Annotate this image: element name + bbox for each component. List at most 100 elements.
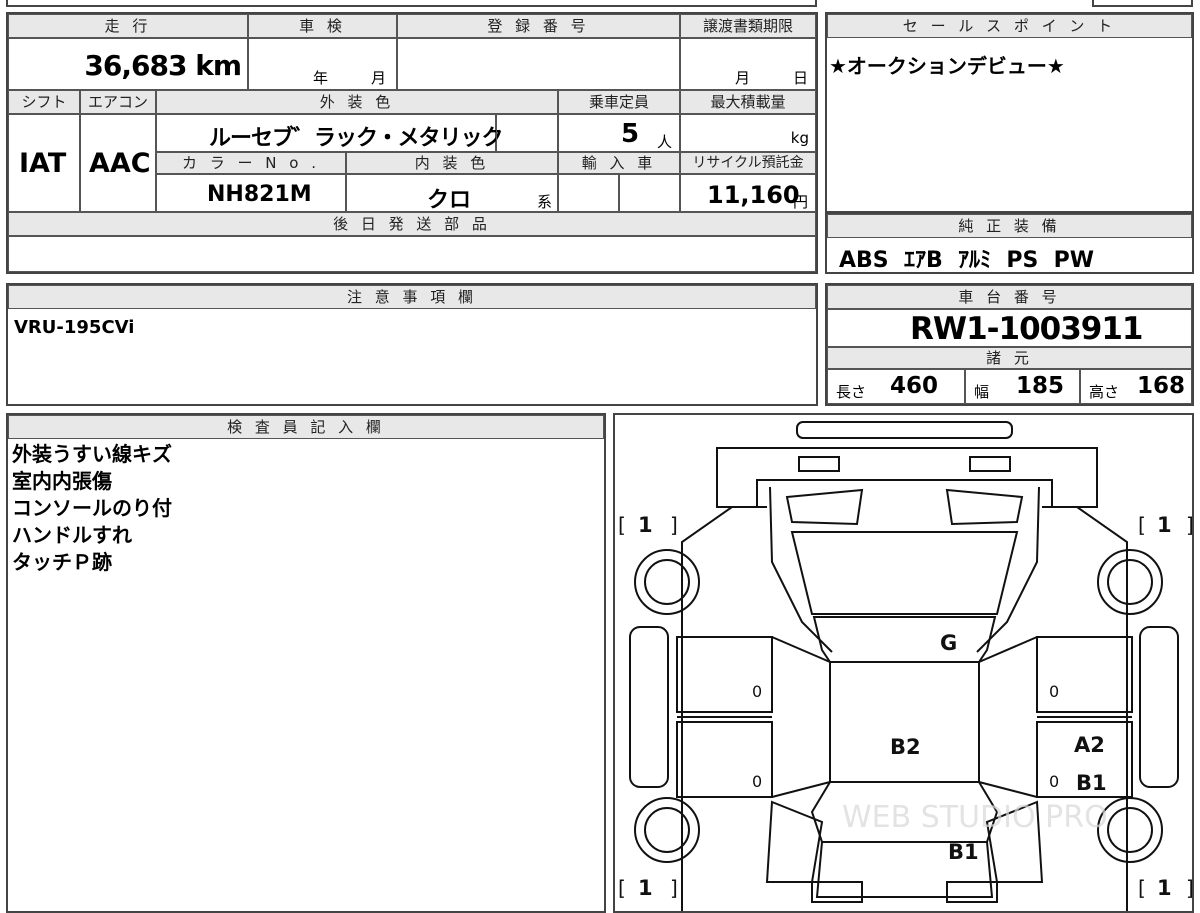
front-bumper-bar — [796, 421, 1013, 439]
seats-unit: 人 — [657, 133, 673, 151]
inspector-notes: 外装うすい線キズ 室内内張傷 コンソールのり付 ハンドルすれ タッチＰ跡 — [12, 441, 172, 576]
color-number-label: カ ラ ー N o . — [156, 152, 346, 174]
exterior-color-extra-cell — [496, 114, 558, 152]
sales-point-box: セ ー ル ス ポ イ ン ト ★オークションデビュー★ — [825, 12, 1194, 213]
inspector-label: 検 査 員 記 入 欄 — [8, 415, 604, 439]
svg-text:]: ] — [1186, 513, 1192, 537]
svg-text:]: ] — [670, 513, 678, 537]
notes-label: 注 意 事 項 欄 — [8, 285, 816, 309]
inspector-line: コンソールのり付 — [12, 496, 172, 520]
height-cell: 高さ 168 — [1080, 369, 1192, 404]
rear-damage-mark: B1 — [948, 840, 979, 864]
specs-label: 諸 元 — [827, 347, 1192, 369]
rear-bumper-right — [946, 881, 998, 903]
chassis-number-value: RW1-1003911 — [910, 311, 1143, 347]
watermark: WEB STUDIO PRO — [842, 800, 1108, 835]
svg-text:[: [ — [1138, 876, 1146, 900]
width-value: 185 — [1016, 373, 1065, 399]
transfer-deadline-label: 譲渡書類期限 — [680, 14, 816, 38]
windshield-wipers-right — [945, 488, 1024, 526]
chassis-number-label: 車 台 番 号 — [827, 285, 1192, 309]
right-rear-damage-a: A2 — [1074, 733, 1105, 757]
tire-rear-left-grade: 1 — [638, 876, 653, 900]
width-label: 幅 — [974, 383, 990, 401]
exterior-color-cell: ルーセブ゛ラック・メタリック — [156, 114, 504, 152]
transfer-month: 月 — [735, 69, 751, 87]
equipment-label: 純 正 装 備 — [827, 214, 1192, 238]
import-cell-a — [558, 174, 619, 212]
shift-label: シフト — [8, 90, 80, 114]
aircon-cell: AAC — [80, 114, 156, 212]
seats-label: 乗車定員 — [558, 90, 680, 114]
front-panel — [716, 447, 1098, 508]
inspector-line: タッチＰ跡 — [12, 550, 112, 574]
rear-bumper-left — [811, 881, 863, 903]
interior-color-value: クロ — [427, 188, 472, 213]
shift-cell: IAT — [8, 114, 80, 212]
mileage-cell: 36,683 km — [8, 38, 248, 90]
svg-text:[: [ — [1138, 513, 1146, 537]
exterior-color-label: 外 装 色 — [156, 90, 558, 114]
car-diagram: [ ] [ ] [ ] [ ] 1 1 1 1 G B2 A2 B1 B1 0 … — [618, 421, 1192, 911]
mileage-value: 36,683 km — [84, 49, 242, 82]
inspector-box: 検 査 員 記 入 欄 外装うすい線キズ 室内内張傷 コンソールのり付 ハンドル… — [6, 413, 606, 913]
door-zero-mark: 0 — [1049, 682, 1059, 701]
later-parts-label: 後 日 発 送 部 品 — [8, 212, 816, 236]
tire-front-right-grade: 1 — [1157, 513, 1172, 537]
door-zero-mark: 0 — [752, 772, 762, 791]
transfer-day: 日 — [793, 69, 809, 87]
inspection-month: 月 — [371, 69, 387, 87]
equipment-box: 純 正 装 備 ABS ｴｱB ｱﾙﾐ PS PW — [825, 212, 1194, 274]
later-parts-cell — [8, 236, 816, 272]
height-value: 168 — [1137, 373, 1186, 399]
vehicle-info-table: 走 行 車 検 登 録 番 号 譲渡書類期限 36,683 km 年 月 月 日… — [6, 12, 818, 274]
max-load-label: 最大積載量 — [680, 90, 816, 114]
aircon-value: AAC — [89, 148, 151, 179]
length-value: 460 — [890, 373, 939, 399]
max-load-cell: kg — [680, 114, 816, 152]
seats-cell: 5 人 — [558, 114, 680, 152]
sales-point-text: ★オークションデビュー★ — [829, 54, 1065, 78]
interior-color-label: 内 装 色 — [346, 152, 558, 174]
front-light-left — [798, 456, 840, 472]
length-label: 長さ — [836, 383, 867, 401]
roof-damage-mark: G — [940, 631, 957, 655]
tire-fl-bracket: [ — [618, 513, 626, 537]
svg-text:[: [ — [618, 876, 626, 900]
left-side-pillar — [629, 626, 669, 788]
registration-number-label: 登 録 番 号 — [397, 14, 680, 38]
top-partial-strip — [6, 0, 817, 7]
inspector-line: 室内内張傷 — [12, 469, 112, 493]
seats-value: 5 — [621, 119, 640, 149]
windshield — [790, 531, 1019, 615]
inspection-label: 車 検 — [248, 14, 397, 38]
roof — [812, 616, 997, 663]
aircon-label: エアコン — [80, 90, 156, 114]
front-light-right — [969, 456, 1011, 472]
svg-text:]: ] — [1186, 876, 1192, 900]
inspector-line: ハンドルすれ — [12, 523, 132, 547]
transfer-deadline-cell: 月 日 — [680, 38, 816, 90]
notes-box: 注 意 事 項 欄 VRU-195CVi — [6, 283, 818, 406]
tire-front-left-grade: 1 — [638, 513, 653, 537]
door-zero-mark: 0 — [1049, 772, 1059, 791]
left-rear-quarter — [765, 800, 824, 883]
center-damage-mark: B2 — [890, 735, 921, 759]
max-load-unit: kg — [790, 129, 809, 147]
inspection-cell: 年 月 — [248, 38, 397, 90]
color-number-value: NH821M — [207, 182, 312, 207]
svg-text:]: ] — [670, 876, 678, 900]
shift-value: IAT — [19, 148, 67, 179]
sales-point-label: セ ー ル ス ポ イ ン ト — [827, 14, 1192, 38]
recycle-deposit-label: リサイクル預託金 — [680, 152, 816, 174]
import-label: 輸 入 車 — [558, 152, 680, 174]
tire-rear-right-grade: 1 — [1157, 876, 1172, 900]
top-partial-right — [1092, 0, 1193, 7]
notes-value: VRU-195CVi — [14, 317, 135, 338]
interior-color-cell: クロ 系 — [346, 174, 558, 213]
width-cell: 幅 185 — [965, 369, 1080, 404]
chassis-box: 車 台 番 号 RW1-1003911 諸 元 長さ 460 幅 185 高さ … — [825, 283, 1194, 406]
right-rear-damage-b: B1 — [1076, 771, 1107, 795]
import-cell-b — [619, 174, 680, 212]
car-diagram-box: [ ] [ ] [ ] [ ] 1 1 1 1 G B2 A2 B1 B1 0 … — [613, 413, 1194, 913]
